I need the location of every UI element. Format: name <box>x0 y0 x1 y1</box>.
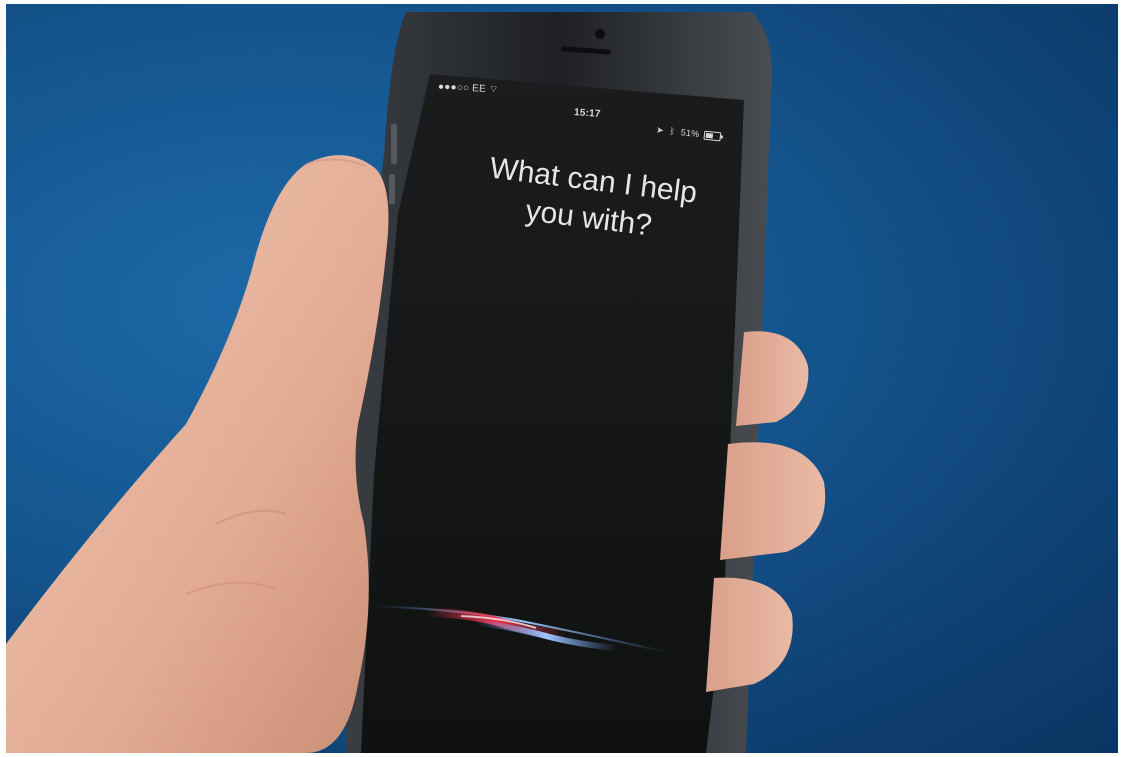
hand <box>6 155 389 753</box>
photo-frame: ●●●○○ EE ⌔ 15:17 ➤ ᛒ 51% What can I help… <box>6 4 1118 753</box>
phone-screen <box>361 74 744 753</box>
photo-scene <box>6 12 826 753</box>
